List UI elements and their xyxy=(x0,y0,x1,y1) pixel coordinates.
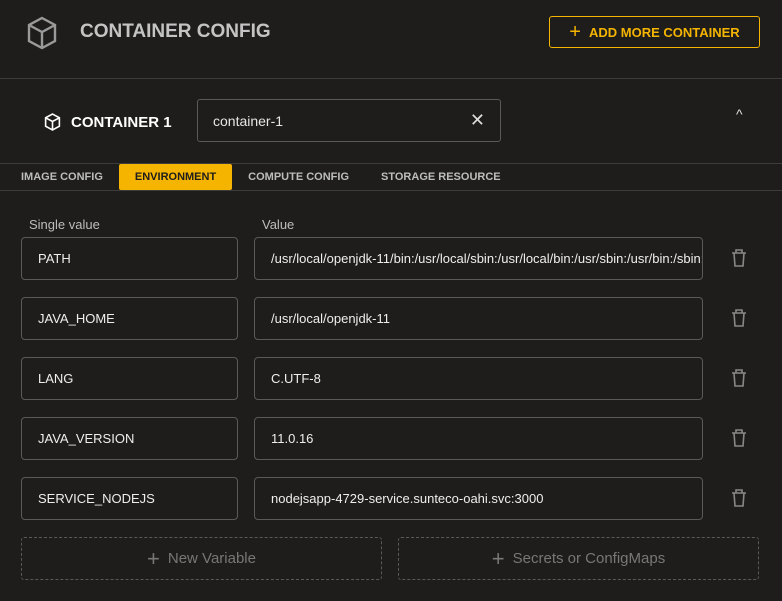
env-key-input[interactable]: JAVA_HOME xyxy=(21,297,238,340)
trash-icon[interactable] xyxy=(730,368,748,388)
container-name-input[interactable]: container-1 ✕ xyxy=(197,99,501,142)
clear-icon[interactable]: ✕ xyxy=(470,110,485,131)
env-key-input[interactable]: JAVA_VERSION xyxy=(21,417,238,460)
plus-icon: + xyxy=(147,545,160,571)
trash-icon[interactable] xyxy=(730,248,748,268)
plus-icon: + xyxy=(491,545,505,571)
env-value-input[interactable]: C.UTF-8 xyxy=(254,357,703,400)
divider xyxy=(0,190,782,191)
env-value-input[interactable]: /usr/local/openjdk-11 xyxy=(254,297,703,340)
key-column-label: Single value xyxy=(29,217,100,232)
add-more-container-button[interactable]: + ADD MORE CONTAINER xyxy=(549,16,760,48)
env-key-input[interactable]: PATH xyxy=(21,237,238,280)
env-key-input[interactable]: SERVICE_NODEJS xyxy=(21,477,238,520)
trash-icon[interactable] xyxy=(730,308,748,328)
collapse-chevron-up-icon[interactable]: ^ xyxy=(736,106,743,122)
plus-icon: + xyxy=(569,20,581,43)
tab-environment[interactable]: ENVIRONMENT xyxy=(118,164,233,190)
env-value-input[interactable]: /usr/local/openjdk-11/bin:/usr/local/sbi… xyxy=(254,237,703,280)
value-column-label: Value xyxy=(262,217,295,232)
secrets-configmaps-button[interactable]: + Secrets or ConfigMaps xyxy=(398,537,759,580)
tab-storage-resource[interactable]: STORAGE RESOURCE xyxy=(365,164,517,190)
env-value-input[interactable]: nodejsapp-4729-service.sunteco-oahi.svc:… xyxy=(254,477,703,520)
env-value-input[interactable]: 11.0.16 xyxy=(254,417,703,460)
tab-image-config[interactable]: IMAGE CONFIG xyxy=(0,164,119,190)
trash-icon[interactable] xyxy=(730,488,748,508)
page-title: CONTAINER CONFIG xyxy=(80,21,271,42)
cube-icon xyxy=(27,16,57,50)
new-variable-button[interactable]: + New Variable xyxy=(21,537,382,580)
container-label: CONTAINER 1 xyxy=(44,113,172,131)
cube-icon xyxy=(44,113,61,131)
trash-icon[interactable] xyxy=(730,428,748,448)
tab-bar: IMAGE CONFIG ENVIRONMENT COMPUTE CONFIG … xyxy=(0,164,517,190)
divider xyxy=(0,78,782,79)
tab-compute-config[interactable]: COMPUTE CONFIG xyxy=(232,164,365,190)
env-key-input[interactable]: LANG xyxy=(21,357,238,400)
